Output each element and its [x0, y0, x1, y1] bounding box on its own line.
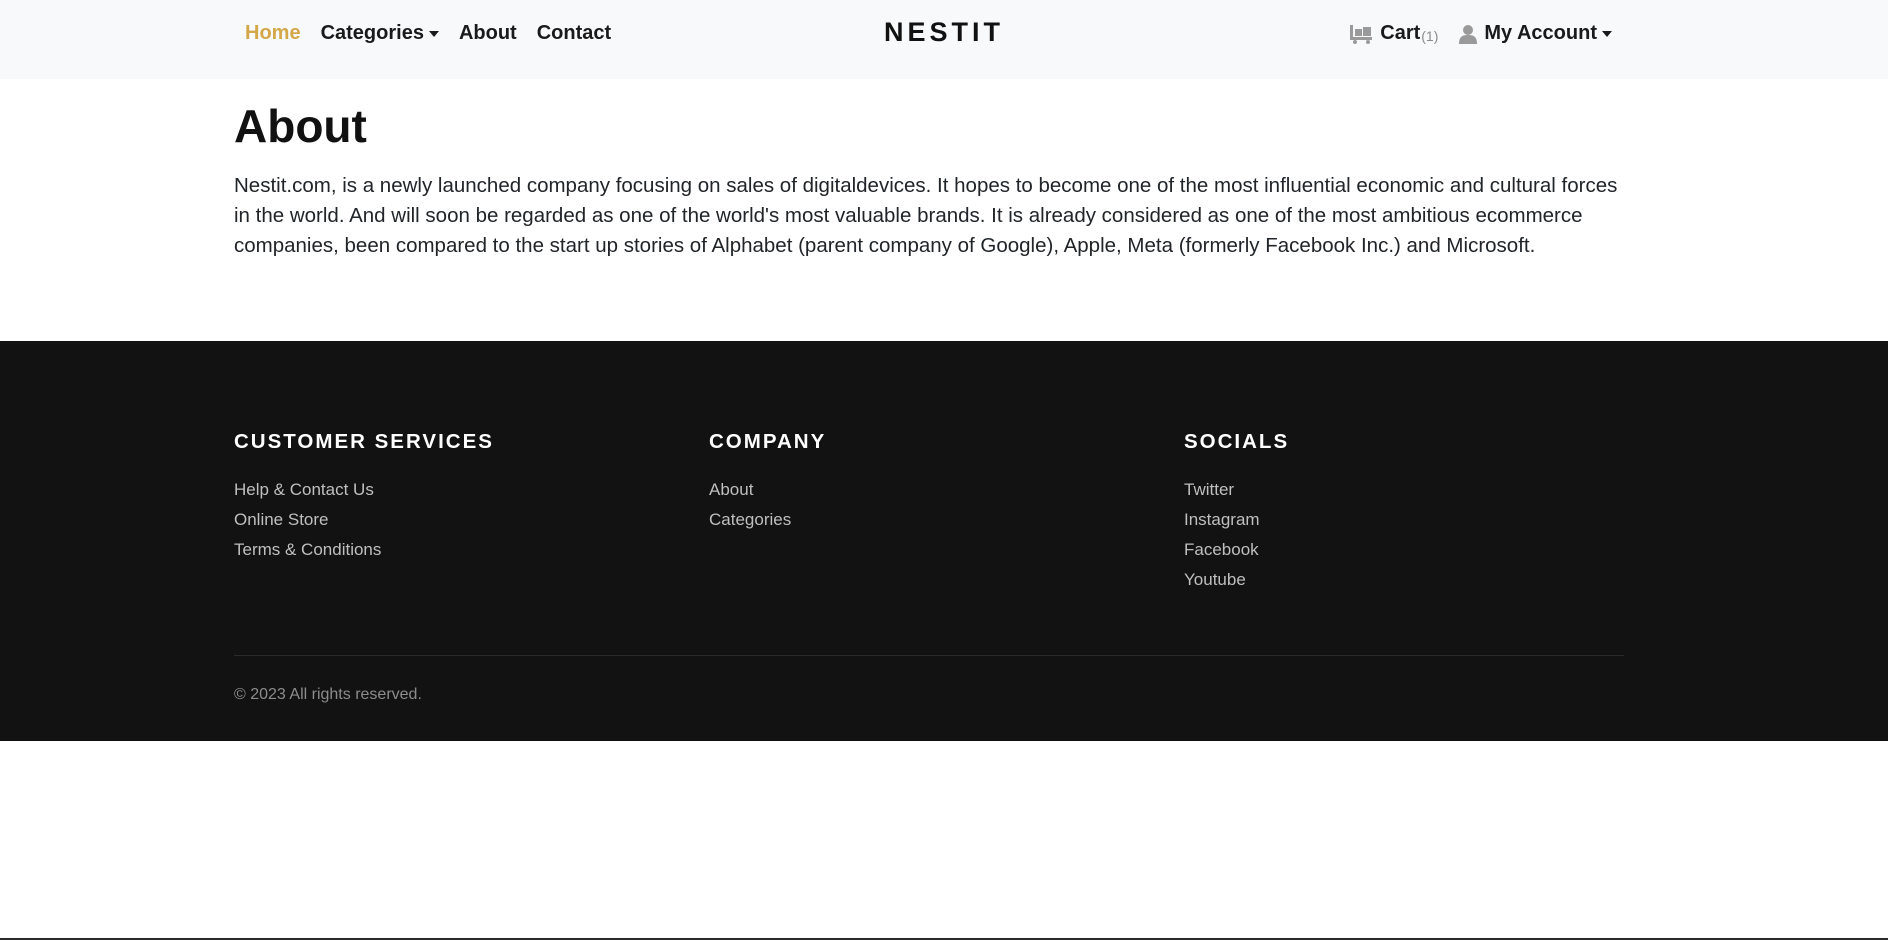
footer-link-about[interactable]: About [709, 475, 826, 505]
navbar: Home Categories About Contact NESTIT Car… [0, 0, 1888, 79]
nav-categories-dropdown[interactable]: Categories [311, 22, 449, 45]
footer-link-online-store[interactable]: Online Store [234, 505, 494, 535]
footer-divider [234, 655, 1624, 656]
footer-link-categories[interactable]: Categories [709, 505, 826, 535]
nav-contact-link[interactable]: Contact [527, 22, 621, 45]
account-dropdown[interactable]: My Account [1458, 22, 1612, 45]
footer-heading: COMPANY [709, 430, 827, 453]
nav-about-label: About [458, 22, 517, 44]
footer-heading: CUSTOMER SERVICES [234, 430, 494, 453]
user-icon [1459, 24, 1478, 44]
about-paragraph: Nestit.com, is a newly launched company … [234, 174, 1618, 257]
footer-link-instagram[interactable]: Instagram [1184, 505, 1289, 535]
nav-right: Cart (1) My Account [1350, 0, 1612, 67]
brand-logo[interactable]: NESTIT [884, 17, 1004, 47]
footer-customer-services: CUSTOMER SERVICES Help & Contact Us Onli… [234, 429, 494, 565]
footer-link-list: Help & Contact Us Online Store Terms & C… [234, 475, 494, 565]
cart-count: (1) [1421, 27, 1439, 44]
main-content: About Nestit.com, is a newly launched co… [234, 95, 1624, 261]
nav-about-link[interactable]: About [449, 22, 527, 45]
footer-heading: SOCIALS [1184, 430, 1290, 453]
footer-link-facebook[interactable]: Facebook [1184, 535, 1289, 565]
footer-link-youtube[interactable]: Youtube [1184, 565, 1289, 595]
caret-down-icon [1602, 30, 1612, 37]
nav-home-label: Home [245, 22, 301, 44]
footer-socials: SOCIALS Twitter Instagram Facebook Youtu… [1184, 429, 1289, 595]
page-title: About [234, 100, 367, 152]
footer-link-list: Twitter Instagram Facebook Youtube [1184, 475, 1289, 595]
nav-categories-label: Categories [320, 22, 424, 44]
caret-down-icon [428, 30, 439, 37]
nav-home-link[interactable]: Home [245, 22, 311, 45]
cart-link[interactable]: Cart (1) [1350, 22, 1438, 45]
nav-contact-label: Contact [536, 22, 612, 44]
footer-link-help-contact[interactable]: Help & Contact Us [234, 475, 494, 505]
footer-link-twitter[interactable]: Twitter [1184, 475, 1289, 505]
footer-company: COMPANY About Categories [709, 429, 826, 535]
account-label: My Account [1484, 22, 1597, 44]
footer-link-list: About Categories [709, 475, 826, 535]
nav-links: Home Categories About Contact [245, 0, 621, 67]
footer: CUSTOMER SERVICES Help & Contact Us Onli… [0, 341, 1888, 741]
cart-icon [1350, 24, 1373, 44]
footer-link-terms[interactable]: Terms & Conditions [234, 535, 494, 565]
cart-label: Cart [1380, 22, 1421, 44]
copyright-text: © 2023 All rights reserved. [234, 686, 422, 703]
